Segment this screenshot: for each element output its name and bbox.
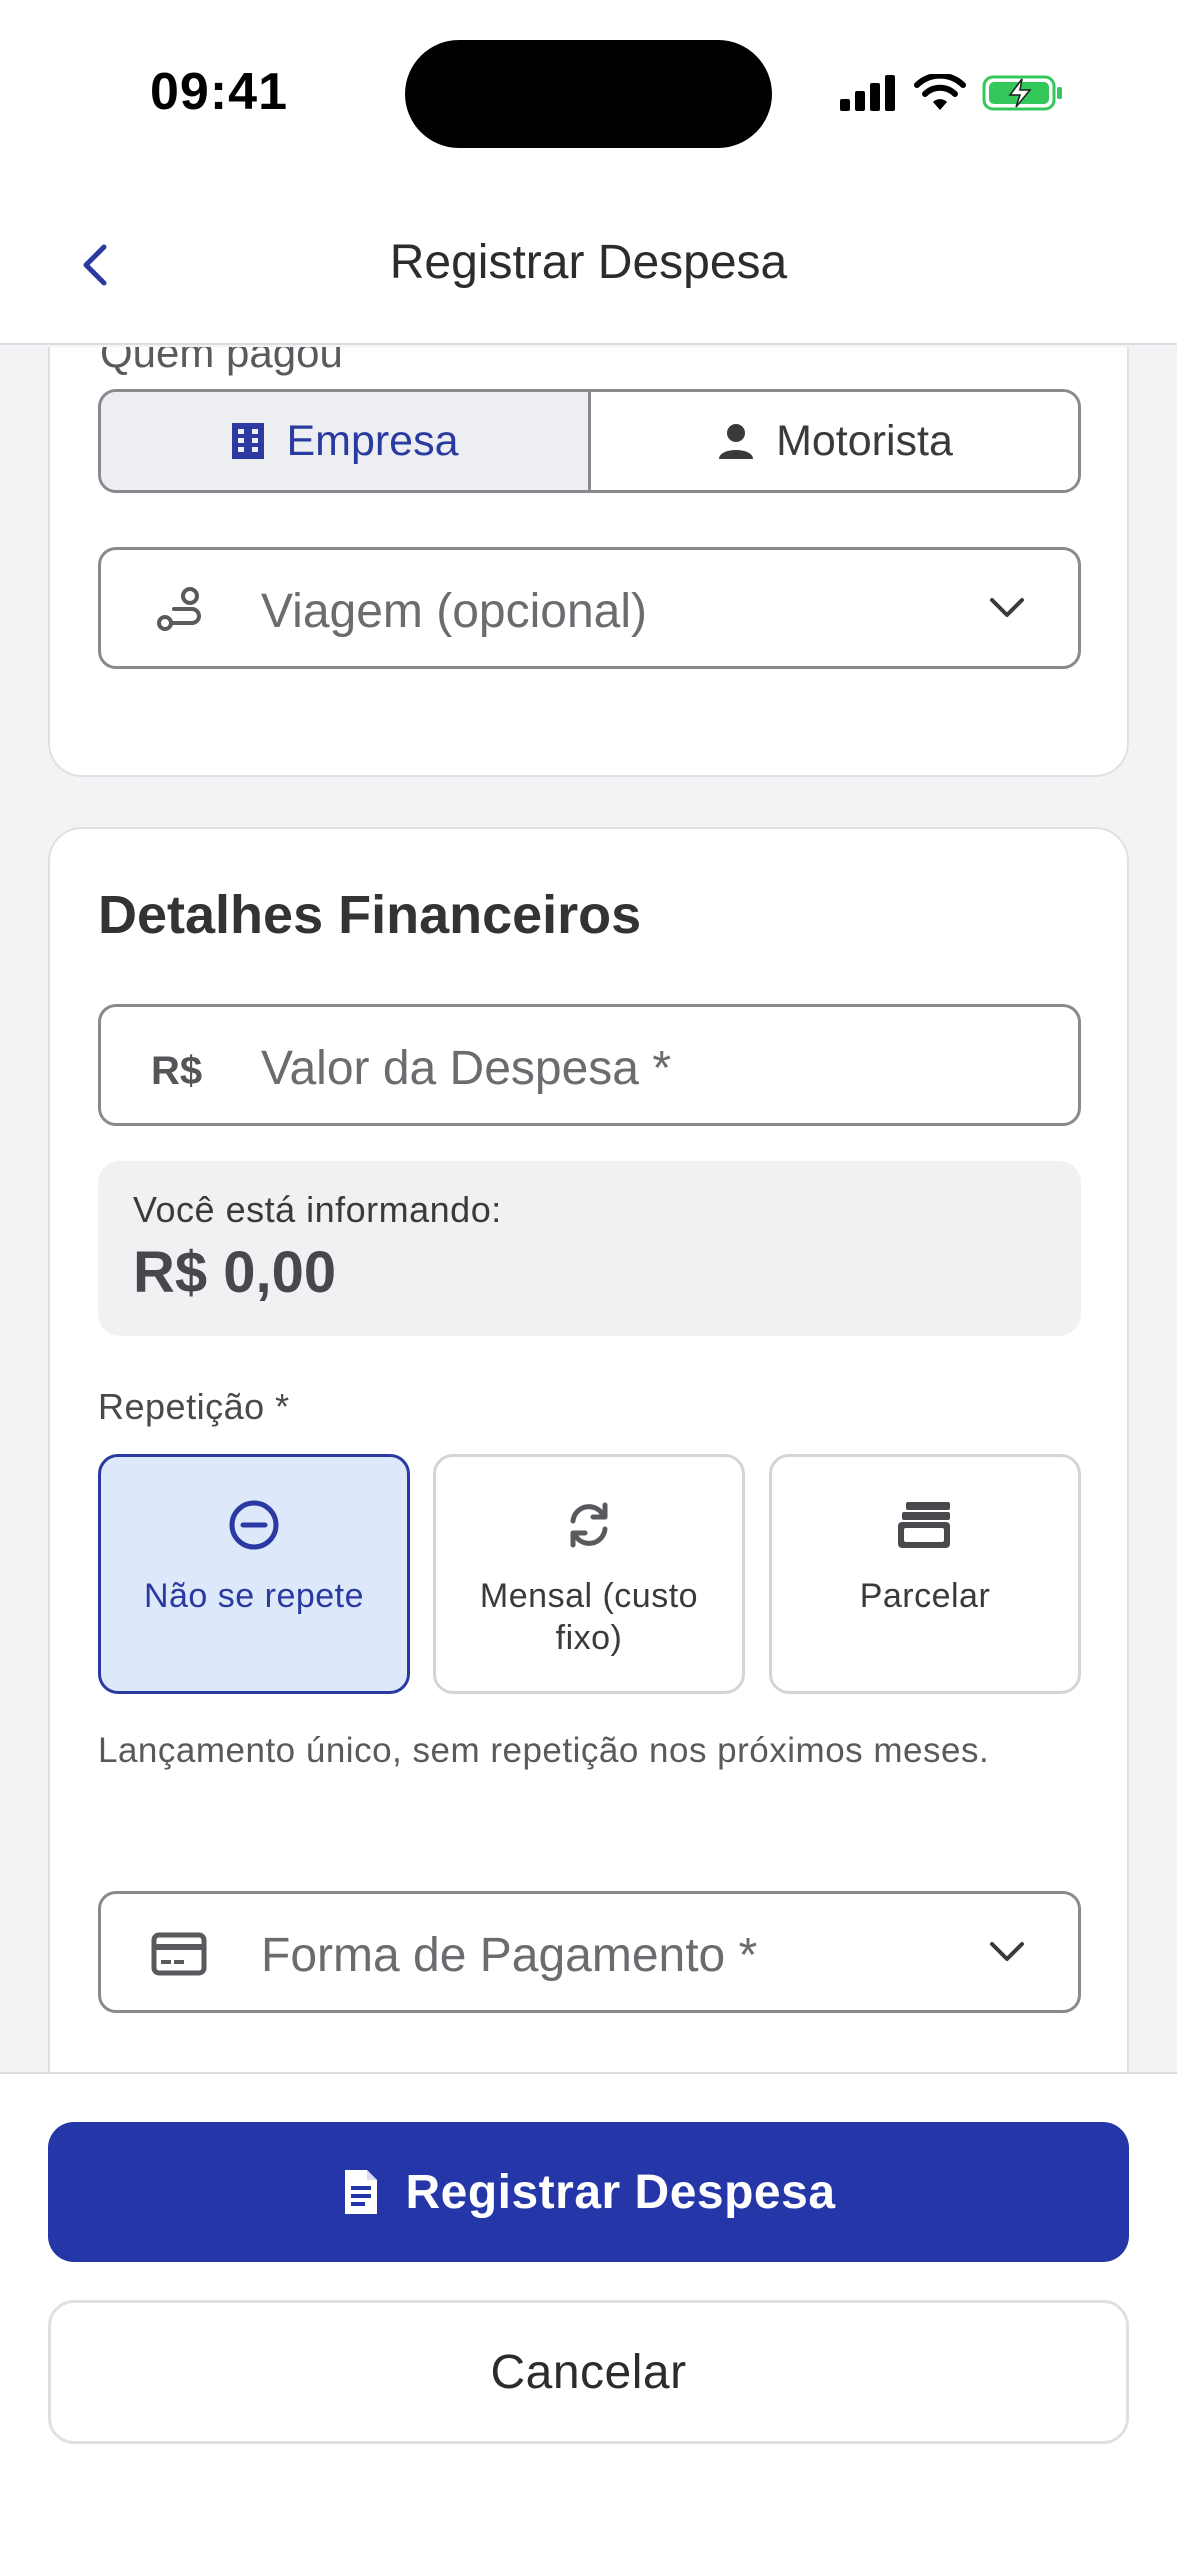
chevron-down-icon [990,598,1024,617]
status-bar: 09:41 [0,0,1177,185]
route-icon [149,580,209,640]
trip-placeholder: Viagem (opcional) [261,585,647,638]
repetition-option-label: Não se repete [143,1577,365,1615]
cancel-button[interactable]: Cancelar [48,2300,1129,2444]
financial-details-card: Detalhes Financeiros R$ Valor da Despesa… [48,827,1129,2072]
wifi-icon [914,72,966,117]
status-icons [840,70,1064,120]
document-icon [345,2170,378,2214]
amount-preview-box: Você está informando: R$ 0,00 [98,1161,1081,1336]
payer-section-label: Quem pagou [100,347,343,376]
cards-stack-icon [772,1495,1078,1555]
minus-circle-icon [101,1495,407,1555]
building-icon [232,423,265,459]
payer-option-empresa[interactable]: Empresa [101,392,591,490]
payer-option-label: Motorista [776,416,953,465]
signal-icon [840,74,898,116]
repetition-option-installments[interactable]: Parcelar [769,1454,1081,1694]
repetition-option-label: Parcelar [859,1577,991,1615]
repetition-option-monthly[interactable]: Mensal (custo fixo) [433,1454,745,1694]
payment-method-select[interactable]: Forma de Pagamento * [98,1891,1081,2013]
payment-method-placeholder: Forma de Pagamento * [261,1929,758,1982]
status-time: 09:41 [150,63,288,121]
sync-icon [436,1495,742,1555]
trip-select[interactable]: Viagem (opcional) [98,547,1081,669]
payer-option-label: Empresa [286,416,459,465]
register-expense-label: Registrar Despesa [405,2165,836,2219]
person-icon [719,424,754,459]
repetition-option-label: Mensal (custo fixo) [479,1577,699,1657]
credit-card-icon [149,1924,209,1984]
repetition-label: Repetição * [98,1386,290,1427]
battery-charging-icon [982,73,1064,118]
payer-card: Quem pagou Empresa Motorista Viagem (opc… [48,347,1129,777]
form-scroll-area[interactable]: Quem pagou Empresa Motorista Viagem (opc… [0,347,1177,2072]
repetition-option-none[interactable]: Não se repete [98,1454,410,1694]
cancel-label: Cancelar [490,2345,687,2399]
app-header: Registrar Despesa [0,185,1177,345]
currency-prefix: R$ [151,1049,203,1093]
amount-input[interactable]: R$ Valor da Despesa * [98,1004,1081,1126]
register-expense-button[interactable]: Registrar Despesa [48,2122,1129,2262]
dynamic-island [405,40,772,148]
amount-placeholder: Valor da Despesa * [261,1042,672,1095]
page-title: Registrar Despesa [389,236,788,289]
amount-preview-label: Você está informando: [133,1189,502,1230]
footer-actions: Registrar Despesa Cancelar [0,2072,1177,2560]
repetition-help-text: Lançamento único, sem repetição nos próx… [98,1731,990,1770]
payer-segmented-control: Empresa Motorista [98,389,1081,493]
payer-option-motorista[interactable]: Motorista [591,392,1078,490]
section-title: Detalhes Financeiros [98,885,642,945]
amount-preview-value: R$ 0,00 [133,1240,337,1305]
chevron-down-icon [990,1942,1024,1961]
